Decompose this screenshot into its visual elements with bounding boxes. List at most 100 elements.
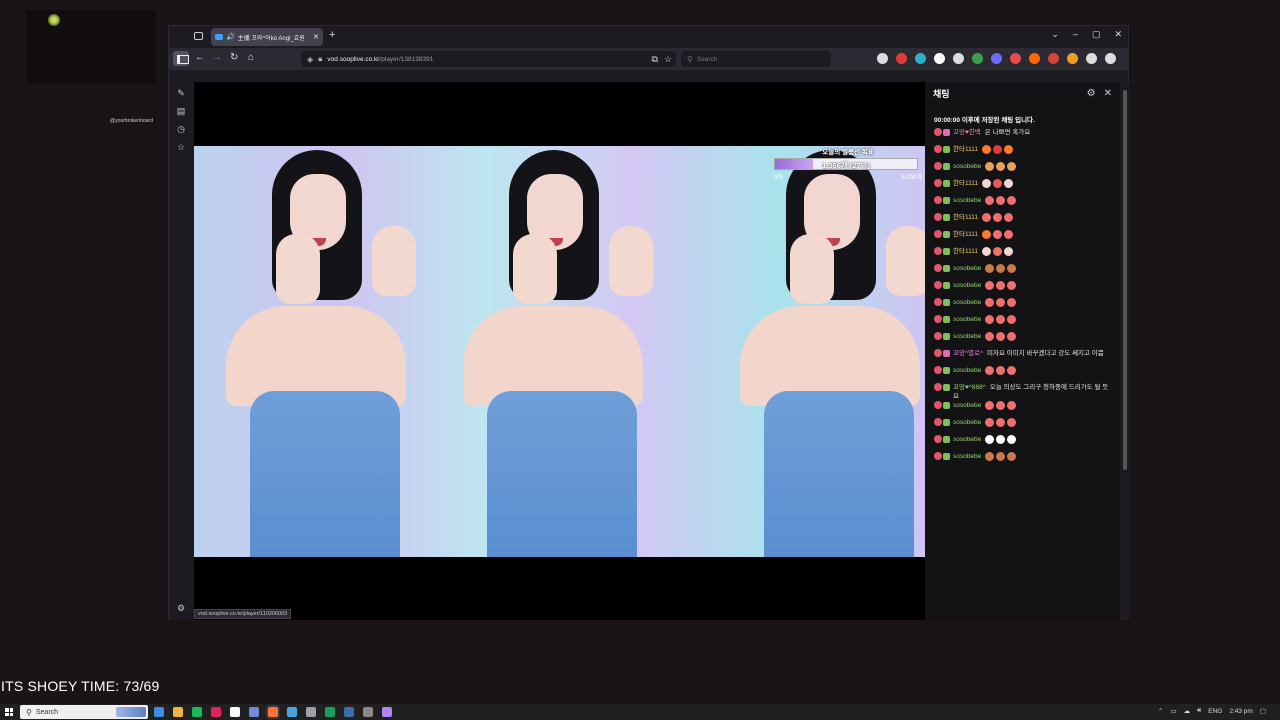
taskbar-app-icon[interactable] — [287, 707, 297, 717]
chat-nickname[interactable]: 한타1111 — [953, 214, 978, 221]
chat-nickname[interactable]: 한타1111 — [953, 146, 978, 153]
extension-icon[interactable] — [953, 53, 964, 64]
taskbar-app-icon[interactable] — [382, 707, 392, 717]
taskbar-app-icon[interactable] — [211, 707, 221, 717]
tab-list-icon[interactable] — [194, 32, 203, 40]
chat-nickname[interactable]: 한타1111 — [953, 180, 978, 187]
extension-icon[interactable] — [972, 53, 983, 64]
maximize-button[interactable]: ▢ — [1092, 29, 1101, 40]
extension-icon[interactable] — [915, 53, 926, 64]
chat-nickname[interactable]: sosobebe — [953, 453, 981, 460]
close-window-button[interactable]: ✕ — [1114, 29, 1122, 40]
clock[interactable]: 2:43 pm — [1229, 708, 1253, 715]
chat-nickname[interactable]: sosobebe — [953, 299, 981, 306]
windows-start-icon[interactable] — [5, 708, 13, 716]
emoticon-icon — [985, 435, 995, 444]
minimize-button[interactable]: – — [1073, 29, 1078, 40]
extension-icon[interactable] — [1029, 53, 1040, 64]
emoticon-icon — [996, 315, 1006, 324]
shield-icon[interactable]: ◈ — [307, 55, 313, 64]
lock-icon[interactable]: 🔒︎ — [318, 54, 322, 64]
search-field[interactable]: ⚲ Search — [681, 51, 831, 67]
chat-title: 채팅 — [933, 88, 950, 99]
chat-nickname[interactable]: sosobebe — [953, 367, 981, 374]
taskbar-app-icon[interactable] — [173, 707, 183, 717]
extension-icon[interactable] — [1010, 53, 1021, 64]
fan-badge-icon — [943, 214, 950, 221]
browser-window: 🔊 主播 꼬와^어ko Angl_효원 ✕ + ⌄ – ▢ ✕ ← → ↻ ⌂ … — [168, 25, 1129, 620]
video-player[interactable]: 오늘의 별풍선 목표 1,366개 (27%) 0개 5,000개 — [194, 82, 925, 620]
taskbar-app-icon[interactable] — [249, 707, 259, 717]
taskbar-app-icon[interactable] — [325, 707, 335, 717]
chat-nickname[interactable]: sosobebe — [953, 316, 981, 323]
fan-badge-icon — [943, 367, 950, 374]
chat-nickname[interactable]: sosobebe — [953, 197, 981, 204]
home-icon[interactable]: ⌂ — [248, 52, 254, 64]
scrollbar-thumb[interactable] — [1123, 90, 1127, 470]
chat-message: sosobebe — [925, 332, 1120, 349]
taskbar-app-icon[interactable] — [268, 707, 278, 717]
taskbar-app-icon[interactable] — [363, 707, 373, 717]
video-frame[interactable] — [194, 146, 925, 557]
chat-nickname[interactable]: 한타1111 — [953, 231, 978, 238]
notification-icon[interactable]: ▢ — [1260, 707, 1266, 715]
extension-icon[interactable] — [1105, 53, 1116, 64]
speaker-icon[interactable]: 🔊 — [226, 33, 235, 41]
taskbar-app-icon[interactable] — [344, 707, 354, 717]
emoticon-icon — [985, 452, 995, 461]
taskbar-search[interactable]: ⚲ Search — [20, 705, 148, 719]
chat-nickname[interactable]: 한타1111 — [953, 248, 978, 255]
emoticon-icon — [996, 435, 1006, 444]
chat-nickname[interactable]: sosobebe — [953, 163, 981, 170]
ai-chat-icon[interactable]: ✎ — [176, 88, 186, 98]
onedrive-icon[interactable]: ☁ — [1184, 707, 1191, 715]
chat-nickname[interactable]: 꼬망♥한백 — [953, 129, 981, 136]
taskbar-app-icon[interactable] — [192, 707, 202, 717]
emoticon-icon — [985, 315, 995, 324]
extension-icon[interactable] — [1048, 53, 1059, 64]
subscriber-badge-icon — [934, 383, 942, 391]
history-icon[interactable]: ◷ — [176, 124, 186, 134]
extension-icon[interactable] — [877, 53, 888, 64]
chat-nickname[interactable]: sosobebe — [953, 265, 981, 272]
taskbar-app-icon[interactable] — [154, 707, 164, 717]
extension-icon[interactable] — [934, 53, 945, 64]
language-indicator[interactable]: ENG — [1208, 708, 1222, 715]
emoticon-icon — [985, 366, 995, 375]
tab-active[interactable]: 🔊 主播 꼬와^어ko Angl_효원 ✕ — [211, 28, 323, 46]
volume-icon[interactable]: 🔊︎ — [1197, 707, 1201, 715]
chat-close-icon[interactable]: ✕ — [1104, 88, 1112, 99]
bookmark-star-icon[interactable]: ☆ — [664, 54, 672, 65]
reload-icon[interactable]: ↻ — [230, 52, 238, 64]
chat-message: sosobebe — [925, 298, 1120, 315]
taskbar-app-icon[interactable] — [306, 707, 316, 717]
chat-nickname[interactable]: sosobebe — [953, 282, 981, 289]
translate-icon[interactable]: ⧉ — [651, 54, 657, 65]
extension-icon[interactable] — [896, 53, 907, 64]
chat-settings-icon[interactable]: ⚙ — [1087, 88, 1096, 99]
extension-icon[interactable] — [1067, 53, 1078, 64]
sidebar-toggle-icon[interactable] — [173, 51, 189, 66]
bookmarks-star-icon[interactable]: ☆ — [176, 142, 186, 152]
url-bar[interactable]: ◈ 🔒︎ vod.sooplive.co.kr /player/13819839… — [301, 51, 676, 67]
new-tab-button[interactable]: + — [329, 29, 335, 41]
extension-icon[interactable] — [991, 53, 1002, 64]
extension-icon[interactable] — [1086, 53, 1097, 64]
back-icon[interactable]: ← — [195, 52, 205, 64]
navigation-bar: ← → ↻ ⌂ ◈ 🔒︎ vod.sooplive.co.kr /player/… — [169, 48, 1128, 70]
sidebar-settings-icon[interactable]: ⚙ — [176, 603, 186, 613]
chat-nickname[interactable]: 꼬망♥^888^ — [953, 384, 986, 391]
chat-nickname[interactable]: sosobebe — [953, 402, 981, 409]
chat-nickname[interactable]: sosobebe — [953, 436, 981, 443]
chat-nickname[interactable]: sosobebe — [953, 419, 981, 426]
chat-nickname[interactable]: 꼬망^별로^ — [953, 350, 983, 357]
chat-nickname[interactable]: sosobebe — [953, 333, 981, 340]
network-icon[interactable]: ▭ — [1170, 707, 1176, 715]
synced-tabs-icon[interactable]: ▤ — [176, 106, 186, 116]
taskbar-app-icon[interactable] — [230, 707, 240, 717]
tray-chevron-icon[interactable]: ⌃ — [1158, 707, 1163, 715]
chat-scrollbar[interactable] — [1121, 82, 1129, 620]
tab-close-icon[interactable]: ✕ — [313, 33, 319, 41]
forward-icon[interactable]: → — [212, 52, 222, 64]
list-all-tabs-button[interactable]: ⌄ — [1051, 29, 1059, 40]
